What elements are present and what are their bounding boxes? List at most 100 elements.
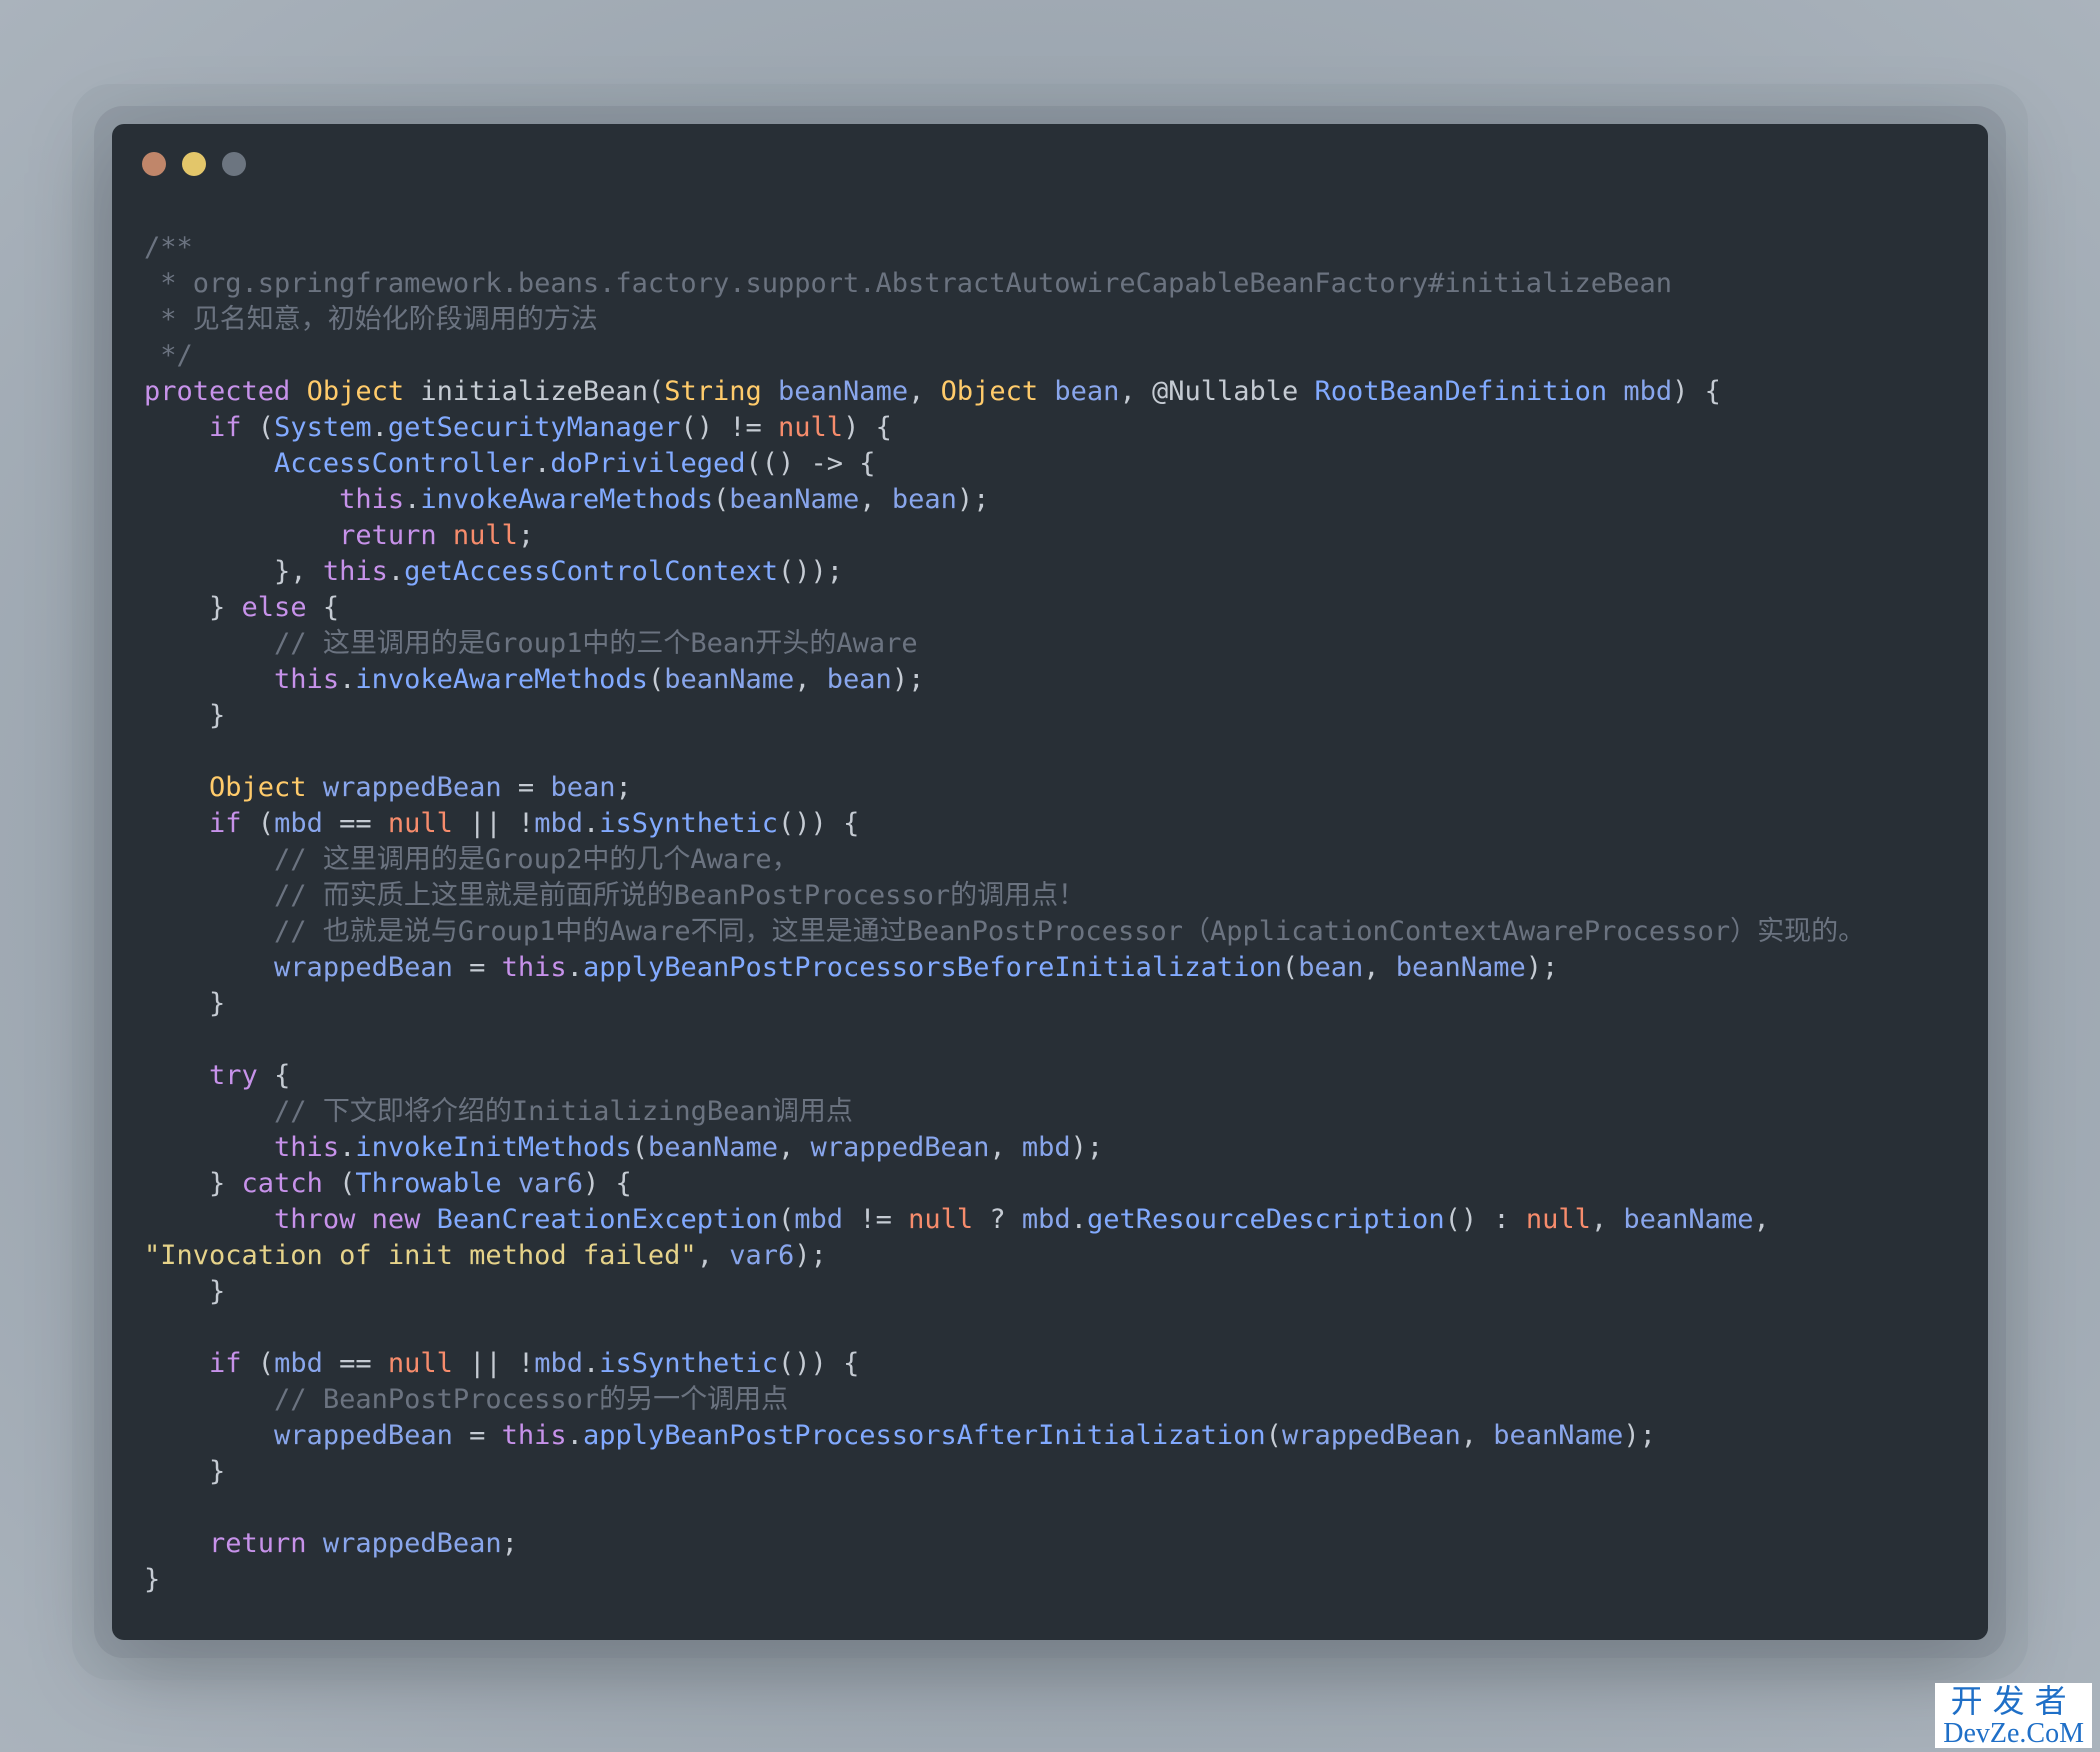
code-line: } catch (Throwable var6) { [144,1166,1964,1202]
code-line: if (mbd == null || !mbd.isSynthetic()) { [144,1346,1964,1382]
code-token: mbd [1623,376,1673,407]
code-token: applyBeanPostProcessorsBeforeInitializat… [582,952,1282,983]
code-token: null [778,412,844,443]
watermark-line-1: 开发者 [1950,1683,2077,1720]
code-token: ( [1265,1420,1282,1451]
code-token: "Invocation of init method failed" [144,1240,697,1271]
code-token: ( [1281,952,1299,983]
code-token: beanName [1493,1420,1624,1451]
code-token: , [1753,1204,1770,1235]
code-line: wrappedBean = this.applyBeanPostProcesso… [144,1418,1964,1454]
code-token: bean [826,664,892,695]
code-line: // 下文即将介绍的InitializingBean调用点 [144,1094,1964,1130]
code-token: null [387,1348,453,1379]
code-line: AccessController.doPrivileged(() -> { [144,446,1964,482]
watermark-line-2: DevZe.CoM [1943,1717,2084,1749]
code-token: () : [1444,1204,1526,1235]
code-line: * 见名知意，初始化阶段调用的方法 [144,302,1964,338]
code-token: ; [517,520,535,551]
code-line: } [144,1562,1964,1598]
code-token: != [843,1204,909,1235]
code-token: ) { [582,1168,632,1199]
code-token: wrappedBean [1281,1420,1461,1451]
code-token: this [274,664,340,695]
code-token: null [1525,1204,1591,1235]
code-token: ); [1525,952,1559,983]
code-token: || ! [452,808,535,839]
code-token: . [582,808,600,839]
code-token: /** [144,232,193,263]
code-token: mbd [534,808,583,839]
code-token: , [778,1132,811,1163]
zoom-button[interactable] [222,152,246,176]
code-token: bean [891,484,957,515]
code-token: mbd [534,1348,583,1379]
code-token: } [144,988,226,1019]
code-token: bean [1054,376,1120,407]
code-token: bean [1298,952,1364,983]
code-token: } [144,1168,242,1199]
code-line: } [144,986,1964,1022]
code-token: return [209,1528,307,1559]
code-line: if (System.getSecurityManager() != null)… [144,410,1964,446]
code-token: ; [501,1528,518,1559]
code-token: return [339,520,437,551]
code-token: // BeanPostProcessor的另一个调用点 [274,1384,789,1415]
code-token: . [339,1132,356,1163]
code-token: == [322,1348,388,1379]
code-line: // 也就是说与Group1中的Aware不同，这里是通过BeanPostPro… [144,914,1964,950]
code-token: . [404,484,421,515]
code-token: isSynthetic [599,808,779,839]
code-token: Object [306,376,405,407]
code-line: * org.springframework.beans.factory.supp… [144,266,1964,302]
code-token: . [387,556,405,587]
code-window: /** * org.springframework.beans.factory.… [112,124,1988,1640]
code-token: bean [550,772,616,803]
code-token: , [696,1240,730,1271]
code-token: var6 [517,1168,583,1199]
code-token: ; [615,772,632,803]
close-button[interactable] [142,152,166,176]
code-token: try [209,1060,258,1091]
code-token: // 这里调用的是Group2中的几个Aware， [274,844,799,875]
code-token: } [144,1276,226,1307]
code-line: this.invokeAwareMethods(beanName, bean); [144,482,1964,518]
code-token: ( [778,1204,795,1235]
code-token: wrappedBean [274,1420,453,1451]
code-token: = [501,772,551,803]
code-token: ( [631,1132,648,1163]
code-token: null [452,520,518,551]
code-line: */ [144,338,1964,374]
code-line: if (mbd == null || !mbd.isSynthetic()) { [144,806,1964,842]
code-token: wrappedBean [322,1528,502,1559]
code-line: throw new BeanCreationException(mbd != n… [144,1202,1964,1238]
code-token: . [566,1420,583,1451]
code-token: ( [322,1168,356,1199]
code-token: beanName [1395,952,1526,983]
code-line: /** [144,230,1964,266]
code-token: ()); [777,556,844,587]
code-token: Object [940,376,1039,407]
code-token: . [1070,1204,1087,1235]
code-token: ); [956,484,990,515]
code-token: doPrivileged [550,448,746,479]
code-token: == [322,808,388,839]
code-token: null [908,1204,974,1235]
code-token: wrappedBean [322,772,502,803]
code-line: // 这里调用的是Group1中的三个Bean开头的Aware [144,626,1964,662]
code-token: // 也就是说与Group1中的Aware不同，这里是通过BeanPostPro… [274,916,1866,947]
minimize-button[interactable] [182,152,206,176]
